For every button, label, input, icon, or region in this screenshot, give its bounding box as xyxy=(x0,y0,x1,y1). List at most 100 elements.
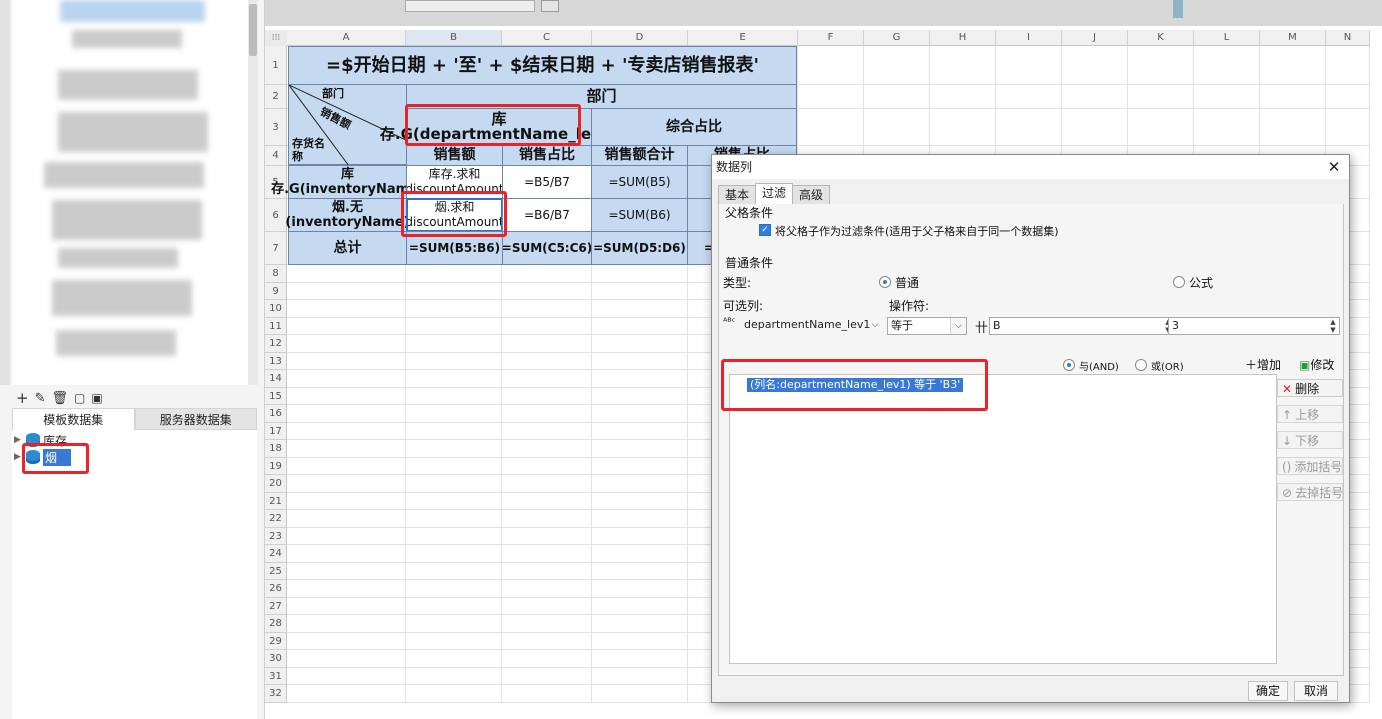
tab-template-dataset[interactable]: 模板数据集 xyxy=(12,408,135,430)
grid-cell[interactable] xyxy=(502,422,592,440)
grid-cell[interactable] xyxy=(406,632,502,650)
grid-cell[interactable] xyxy=(1260,85,1326,109)
grid-cell[interactable] xyxy=(592,667,688,685)
grid-cell[interactable] xyxy=(287,317,406,335)
grid-cell[interactable] xyxy=(864,85,930,109)
row-header-9[interactable]: 9 xyxy=(265,282,287,300)
grid-cell[interactable] xyxy=(287,457,406,475)
grid-cell[interactable] xyxy=(406,335,502,353)
grid-cell[interactable] xyxy=(930,46,996,85)
grid-cell[interactable] xyxy=(287,387,406,405)
tab-server-dataset[interactable]: 服务器数据集 xyxy=(134,408,257,430)
grid-cell[interactable] xyxy=(406,265,502,283)
cancel-button[interactable]: 取消 xyxy=(1294,681,1338,701)
row-header-3[interactable]: 3 xyxy=(265,109,287,146)
edit-param-icon[interactable]: ▣ xyxy=(91,391,102,405)
grid-cell[interactable] xyxy=(406,457,502,475)
cell-d7[interactable]: =SUM(D5:D6) xyxy=(591,231,688,265)
cell-d3-combined[interactable]: 综合占比 xyxy=(591,108,797,146)
grid-cell[interactable] xyxy=(406,667,502,685)
grid-cell[interactable] xyxy=(1128,109,1194,146)
grid-cell[interactable] xyxy=(502,632,592,650)
grid-cell[interactable] xyxy=(592,405,688,423)
side-button-0[interactable]: ✕ 删除 xyxy=(1277,379,1343,397)
grid-cell[interactable] xyxy=(592,352,688,370)
grid-cell[interactable] xyxy=(592,300,688,318)
grid-cell[interactable] xyxy=(1260,109,1326,146)
grid-cell[interactable] xyxy=(592,685,688,703)
grid-cell[interactable] xyxy=(592,387,688,405)
row-header-28[interactable]: 28 xyxy=(265,615,287,633)
grid-cell[interactable] xyxy=(592,650,688,668)
column-header-j[interactable]: J xyxy=(1062,30,1128,46)
grid-cell[interactable] xyxy=(592,492,688,510)
row-header-7[interactable]: 7 xyxy=(265,232,287,265)
grid-cell[interactable] xyxy=(502,580,592,598)
grid-cell[interactable] xyxy=(287,562,406,580)
grid-cell[interactable] xyxy=(592,422,688,440)
grid-cell[interactable] xyxy=(592,597,688,615)
grid-cell[interactable] xyxy=(406,685,502,703)
value-input[interactable]: 3 ▲ ▼ xyxy=(1168,317,1340,335)
grid-cell[interactable] xyxy=(592,510,688,528)
row-header-23[interactable]: 23 xyxy=(265,527,287,545)
grid-cell[interactable] xyxy=(287,527,406,545)
delete-icon[interactable]: 🗑 xyxy=(51,391,68,406)
cell-c4-ratio[interactable]: 销售占比 xyxy=(502,145,592,166)
grid-cell[interactable] xyxy=(287,405,406,423)
column-header-f[interactable]: F xyxy=(798,30,864,46)
row-header-30[interactable]: 30 xyxy=(265,650,287,668)
grid-cell[interactable] xyxy=(287,597,406,615)
cell-c5[interactable]: =B5/B7 xyxy=(502,165,592,199)
grid-cell[interactable] xyxy=(502,265,592,283)
row-header-15[interactable]: 15 xyxy=(265,387,287,405)
cell-b4-sales[interactable]: 销售额 xyxy=(406,145,503,166)
grid-cell[interactable] xyxy=(287,475,406,493)
row-header-16[interactable]: 16 xyxy=(265,405,287,423)
grid-cell[interactable] xyxy=(502,457,592,475)
column-header-g[interactable]: G xyxy=(864,30,930,46)
grid-cell[interactable] xyxy=(406,352,502,370)
grid-cell[interactable] xyxy=(287,265,406,283)
grid-cell[interactable] xyxy=(798,46,864,85)
row-header-18[interactable]: 18 xyxy=(265,440,287,458)
grid-cell[interactable] xyxy=(406,475,502,493)
column-header-h[interactable]: H xyxy=(930,30,996,46)
value-type-icon[interactable]: 卄 xyxy=(975,317,988,336)
grid-cell[interactable] xyxy=(864,109,930,146)
column-header-a[interactable]: A xyxy=(287,30,406,46)
grid-cell[interactable] xyxy=(930,109,996,146)
row-header-29[interactable]: 29 xyxy=(265,632,287,650)
grid-cell[interactable] xyxy=(996,109,1062,146)
edit-icon[interactable]: ✎ xyxy=(35,391,46,406)
grid-cell[interactable] xyxy=(406,527,502,545)
cell-c7[interactable]: =SUM(C5:C6) xyxy=(502,231,592,265)
grid-cell[interactable] xyxy=(502,405,592,423)
grid-cell[interactable] xyxy=(1128,46,1194,85)
grid-cell[interactable] xyxy=(592,527,688,545)
row-header-14[interactable]: 14 xyxy=(265,370,287,388)
grid-cell[interactable] xyxy=(592,335,688,353)
grid-cell[interactable] xyxy=(406,562,502,580)
grid-cell[interactable] xyxy=(1128,85,1194,109)
grid-cell[interactable] xyxy=(287,370,406,388)
grid-cell[interactable] xyxy=(1194,46,1260,85)
grid-cell[interactable] xyxy=(864,46,930,85)
grid-cell[interactable] xyxy=(287,510,406,528)
row-header-31[interactable]: 31 xyxy=(265,667,287,685)
ok-button[interactable]: 确定 xyxy=(1248,681,1288,701)
grid-cell[interactable] xyxy=(592,317,688,335)
grid-cell[interactable] xyxy=(406,440,502,458)
grid-cell[interactable] xyxy=(287,335,406,353)
grid-cell[interactable] xyxy=(287,650,406,668)
grid-cell[interactable] xyxy=(1062,109,1128,146)
grid-cell[interactable] xyxy=(798,109,864,146)
column-header-n[interactable]: N xyxy=(1326,30,1370,46)
row-header-21[interactable]: 21 xyxy=(265,492,287,510)
parent-filter-checkbox[interactable]: ✓ xyxy=(759,224,771,236)
column-header-m[interactable]: M xyxy=(1260,30,1326,46)
grid-cell[interactable] xyxy=(287,615,406,633)
grid-cell[interactable] xyxy=(287,580,406,598)
type-normal-radio[interactable] xyxy=(879,276,891,288)
grid-cell[interactable] xyxy=(592,562,688,580)
